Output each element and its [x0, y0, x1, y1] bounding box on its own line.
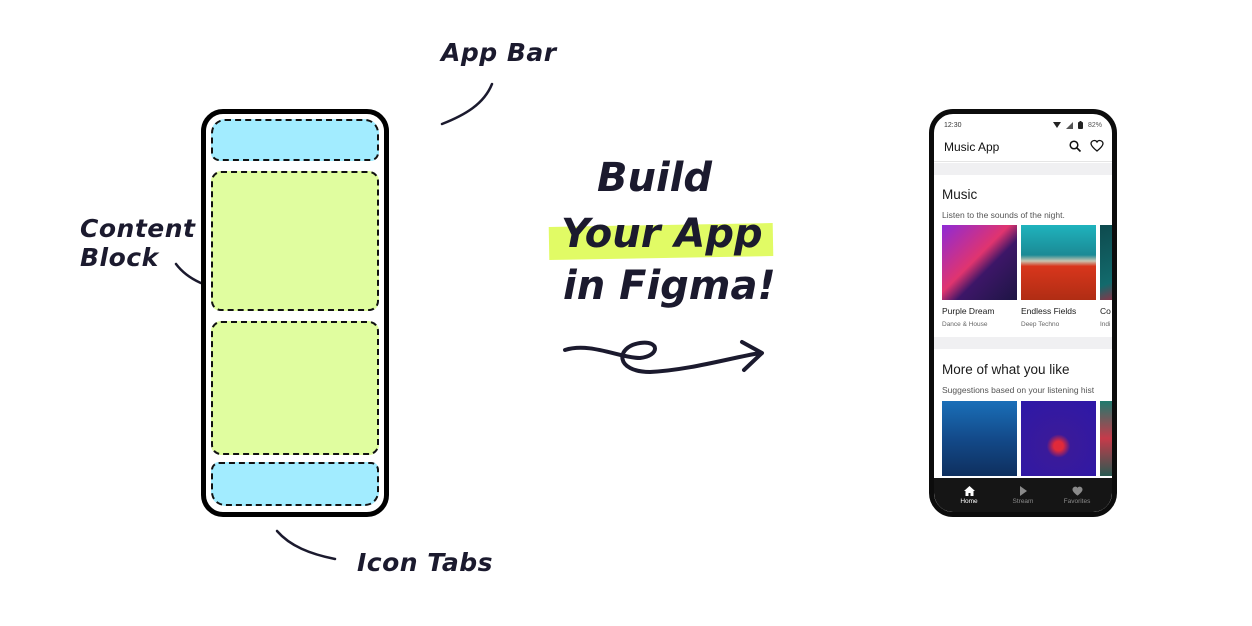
- battery-percent: 82%: [1087, 121, 1102, 129]
- icon-tabs-pointer-line: [275, 529, 337, 561]
- section-divider: [934, 337, 1112, 349]
- album-card[interactable]: Co Indi: [1100, 225, 1112, 328]
- content-block-annotation-line1: Content: [80, 214, 196, 243]
- loop-arrow: [563, 340, 764, 374]
- wireframe-content-block-2: [211, 321, 379, 455]
- headline-line-2: Your App: [561, 211, 763, 257]
- heart-outline-icon[interactable]: [1090, 139, 1104, 153]
- tab-stream[interactable]: Stream: [998, 485, 1048, 505]
- album-art: [1021, 225, 1096, 300]
- app-bar: Music App: [934, 132, 1112, 162]
- wireframe-content-block-1: [211, 171, 379, 311]
- album-genre: Deep Techno: [1021, 321, 1060, 328]
- app-bar-pointer-line: [440, 82, 494, 126]
- icon-tabs-annotation: Icon Tabs: [357, 548, 494, 577]
- album-genre: Dance & House: [942, 321, 988, 328]
- app-bar-annotation: App Bar: [441, 38, 557, 67]
- album-name: Purple Dream: [942, 306, 995, 316]
- section-title: More of what you like: [942, 362, 1070, 377]
- album-art: [1100, 225, 1112, 300]
- app-title: Music App: [944, 140, 1000, 154]
- music-app-phone: 12:30 82% Music App Music Listen to the …: [929, 109, 1117, 517]
- album-art: [942, 225, 1017, 300]
- album-card[interactable]: Purple Dream Dance & House: [942, 225, 1017, 328]
- section-divider: [934, 163, 1112, 175]
- tab-label: Home: [960, 497, 978, 505]
- status-time: 12:30: [944, 122, 962, 129]
- heart-icon: [1072, 486, 1082, 496]
- album-art: [1100, 401, 1112, 476]
- wireframe-icon-tabs: [211, 462, 379, 506]
- headline-line-3: in Figma!: [563, 263, 776, 309]
- section-subtitle: Listen to the sounds of the night.: [942, 210, 1065, 220]
- tab-label: Stream: [1012, 497, 1034, 505]
- status-bar: 12:30 82%: [934, 114, 1112, 132]
- home-icon: [963, 485, 975, 496]
- album-name: Co: [1100, 306, 1111, 316]
- wireframe-app-bar: [211, 119, 379, 161]
- content-block-annotation-line2: Block: [80, 243, 159, 272]
- search-icon[interactable]: [1068, 139, 1082, 153]
- tab-label: Favorites: [1063, 497, 1091, 505]
- album-name: Endless Fields: [1021, 306, 1077, 316]
- album-carousel: Purple Dream Dance & House Endless Field…: [942, 225, 1112, 328]
- bottom-tab-bar: Home Stream Favorites: [934, 478, 1112, 512]
- wifi-icon: [1052, 122, 1061, 128]
- album-card[interactable]: Endless Fields Deep Techno: [1021, 225, 1096, 328]
- wireframe-phone: [201, 109, 389, 517]
- section-subtitle: Suggestions based on your listening hist: [942, 385, 1095, 395]
- album-art: [942, 401, 1017, 476]
- signal-icon: [1065, 121, 1073, 129]
- album-art: [1021, 401, 1096, 476]
- headline-line-1: Build: [597, 155, 713, 201]
- section-title: Music: [942, 187, 978, 202]
- tab-favorites[interactable]: Favorites: [1052, 486, 1102, 505]
- battery-icon: [1077, 121, 1083, 129]
- album-genre: Indi: [1100, 321, 1111, 328]
- play-icon: [1020, 485, 1027, 496]
- section-music: Music Listen to the sounds of the night.…: [934, 175, 1112, 337]
- tab-home[interactable]: Home: [944, 485, 994, 505]
